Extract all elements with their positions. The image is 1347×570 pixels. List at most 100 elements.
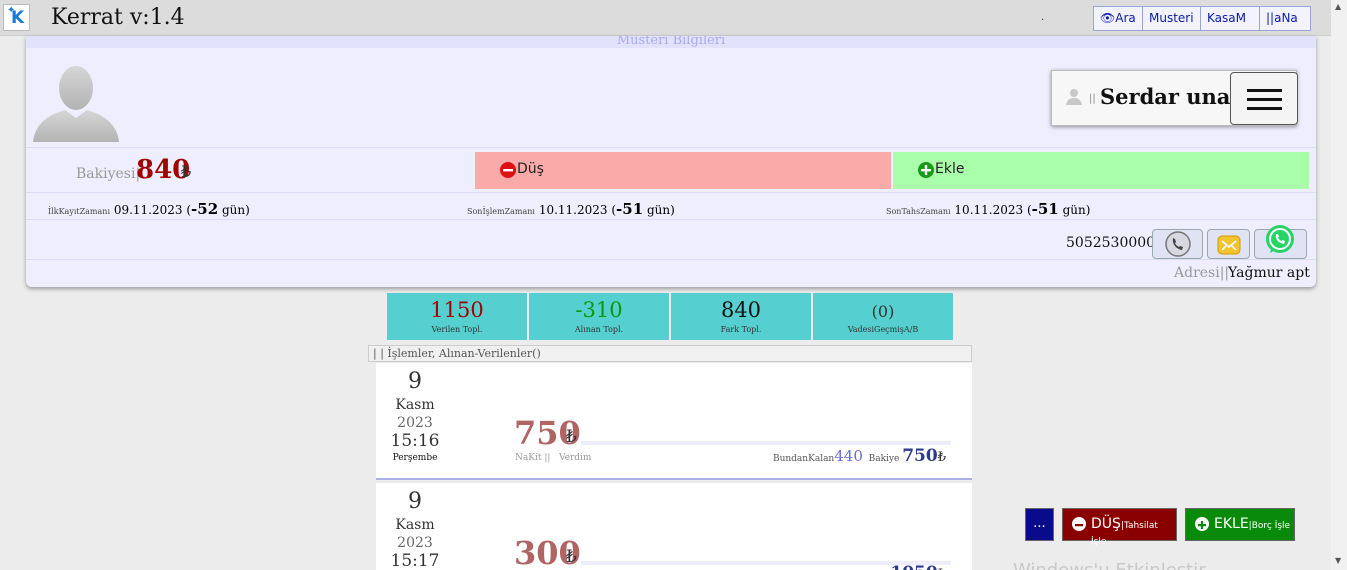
tx-currency: ₺ bbox=[566, 427, 577, 447]
address-value: Yağmur apt bbox=[1228, 265, 1310, 281]
whatsapp-button[interactable] bbox=[1254, 225, 1307, 259]
tx-day: 9 bbox=[408, 489, 422, 514]
nav-ilana-link[interactable]: ||aNa bbox=[1260, 7, 1310, 30]
last-transaction-time: SonİşlemZamanı 10.11.2023 (-51 gün) bbox=[467, 200, 675, 218]
dus-button[interactable]: Düş bbox=[475, 152, 891, 189]
app-logo[interactable]: ✦ K bbox=[3, 4, 30, 31]
ekle-debt-label: EKLE|Borç İşle bbox=[1214, 516, 1290, 532]
tx-rest: 1050₺ bbox=[890, 563, 946, 570]
tx-currency: ₺ bbox=[566, 547, 577, 567]
divider bbox=[26, 259, 1316, 260]
transaction-row[interactable]: 9 Kasm 2023 15:16 Perşembe 750 ₺ NaKit |… bbox=[376, 363, 972, 480]
tx-day: 9 bbox=[408, 369, 422, 394]
nav-musteri-link[interactable]: Musteri bbox=[1143, 7, 1201, 30]
tx-rest-label: BundanKalan bbox=[772, 454, 835, 464]
app-title: Kerrat v:1.4 bbox=[51, 5, 185, 30]
page-scrollbar[interactable]: ▲ ▼ bbox=[1331, 0, 1347, 570]
hamburger-icon-line bbox=[1247, 107, 1282, 110]
dus-collect-button[interactable]: DÜŞ|Tahsilat İşle bbox=[1062, 508, 1177, 547]
last-transaction-date: 10.11.2023 bbox=[538, 203, 608, 217]
last-transaction-label: SonİşlemZamanı bbox=[467, 207, 535, 216]
divider bbox=[26, 192, 1316, 193]
top-bar: ✦ K Kerrat v:1.4 . 👁Ara Musteri KasaM ||… bbox=[0, 0, 1331, 36]
card-header: Musteri Bilgileri bbox=[26, 36, 1316, 48]
dus-collect-main: DÜŞ bbox=[1091, 516, 1121, 532]
plus-circle-icon bbox=[1195, 517, 1209, 531]
received-total: -310 Alınan Topl. bbox=[529, 293, 670, 340]
tx-year: 2023 bbox=[397, 415, 433, 431]
tx-type: NaKit || bbox=[515, 453, 551, 463]
dus-collect-label: DÜŞ|Tahsilat İşle bbox=[1091, 516, 1176, 548]
currency-symbol: ₺ bbox=[181, 162, 192, 181]
ekle-debt-main: EKLE bbox=[1214, 516, 1249, 532]
ekle-button[interactable]: Ekle bbox=[893, 152, 1309, 189]
customer-card: Musteri Bilgileri || Serdar unal Bakiyes… bbox=[26, 36, 1316, 287]
hamburger-icon bbox=[1247, 89, 1282, 92]
avatar-placeholder-icon bbox=[33, 66, 119, 142]
last-collection-days: -51 bbox=[1031, 200, 1059, 218]
scroll-up-arrow-icon[interactable]: ▲ bbox=[1335, 2, 1341, 11]
tx-month: Kasm bbox=[395, 397, 435, 413]
nav-kasam-link[interactable]: KasaM bbox=[1201, 7, 1260, 30]
tx-balance-value: 750 bbox=[902, 446, 938, 466]
tx-month: Kasm bbox=[395, 517, 435, 533]
received-total-value: -310 bbox=[575, 298, 623, 322]
name-separator: || bbox=[1089, 93, 1096, 104]
tx-balance-label: Bakiye bbox=[868, 454, 900, 464]
top-nav: 👁Ara Musteri KasaM ||aNa bbox=[1093, 6, 1311, 31]
minus-circle-icon bbox=[500, 162, 516, 178]
call-button[interactable] bbox=[1152, 229, 1203, 259]
first-record-label: İlkKayıtZamanı bbox=[48, 207, 110, 216]
last-collection-time: SonTahsZamanı 10.11.2023 (-51 gün) bbox=[886, 200, 1091, 218]
overdue-total: (0) VadesiGeçmişA/B bbox=[813, 293, 954, 340]
divider bbox=[26, 219, 1316, 220]
transaction-row[interactable]: 9 Kasm 2023 15:17 300 ₺ 1050₺ bbox=[376, 483, 972, 570]
given-total-value: 1150 bbox=[430, 298, 484, 322]
address-label: Adresi|| bbox=[1174, 265, 1230, 281]
card-header-title: Musteri Bilgileri bbox=[616, 36, 726, 48]
tx-time: 15:17 bbox=[390, 551, 440, 570]
days-unit: gün bbox=[1062, 203, 1086, 217]
windows-activation-watermark: Windows'u Etkinleştir bbox=[1013, 560, 1206, 570]
menu-button[interactable] bbox=[1230, 72, 1298, 125]
tx-rest: BundanKalan440 Bakiye 750₺ bbox=[773, 446, 946, 466]
user-icon bbox=[1066, 89, 1082, 105]
phone-icon bbox=[1165, 231, 1191, 257]
ekle-debt-button[interactable]: EKLE|Borç İşle bbox=[1185, 508, 1295, 541]
given-total: 1150 Verilen Topl. bbox=[387, 293, 528, 340]
ekle-debt-sub: |Borç İşle bbox=[1248, 521, 1291, 531]
phone-number: 5052530000 bbox=[1066, 235, 1156, 251]
minus-circle-icon bbox=[1072, 517, 1086, 531]
tx-balance-value: 1050 bbox=[890, 563, 937, 570]
top-bar-dot: . bbox=[1041, 12, 1045, 23]
overdue-total-value: (0) bbox=[871, 302, 895, 321]
search-icon: 👁 bbox=[1100, 11, 1116, 25]
first-record-days: -52 bbox=[191, 200, 219, 218]
email-button[interactable] bbox=[1207, 229, 1250, 259]
whatsapp-icon bbox=[1266, 225, 1294, 253]
last-collection-date: 10.11.2023 bbox=[954, 203, 1024, 217]
received-total-label: Alınan Topl. bbox=[574, 325, 624, 334]
tx-balance-currency: ₺ bbox=[937, 450, 946, 465]
difference-total-value: 840 bbox=[720, 298, 762, 322]
totals-panel: 1150 Verilen Topl. -310 Alınan Topl. 840… bbox=[387, 293, 954, 340]
difference-total-label: Fark Topl. bbox=[720, 325, 762, 334]
hamburger-icon-line bbox=[1247, 98, 1282, 101]
nav-ara-link[interactable]: 👁Ara bbox=[1094, 7, 1143, 30]
days-unit: gün bbox=[221, 203, 246, 217]
difference-total: 840 Fark Topl. bbox=[671, 293, 812, 340]
logo-letter: K bbox=[11, 8, 25, 28]
mail-icon bbox=[1217, 235, 1241, 255]
days-unit: gün bbox=[646, 203, 671, 217]
customer-name: Serdar unal bbox=[1100, 84, 1239, 109]
balance-label: Bakiyesi| bbox=[76, 166, 141, 182]
tx-year: 2023 bbox=[397, 535, 433, 551]
overdue-total-label: VadesiGeçmişA/B bbox=[847, 325, 919, 334]
nav-ara-label: Ara bbox=[1115, 11, 1136, 25]
first-record-time: İlkKayıtZamanı 09.11.2023 (-52 gün) bbox=[48, 200, 250, 218]
divider bbox=[26, 147, 1316, 148]
scroll-down-arrow-icon[interactable]: ▼ bbox=[1335, 556, 1341, 565]
tx-weekday: Perşembe bbox=[392, 453, 438, 463]
more-button[interactable]: ... bbox=[1025, 508, 1054, 541]
ekle-button-label: Ekle bbox=[935, 161, 965, 177]
